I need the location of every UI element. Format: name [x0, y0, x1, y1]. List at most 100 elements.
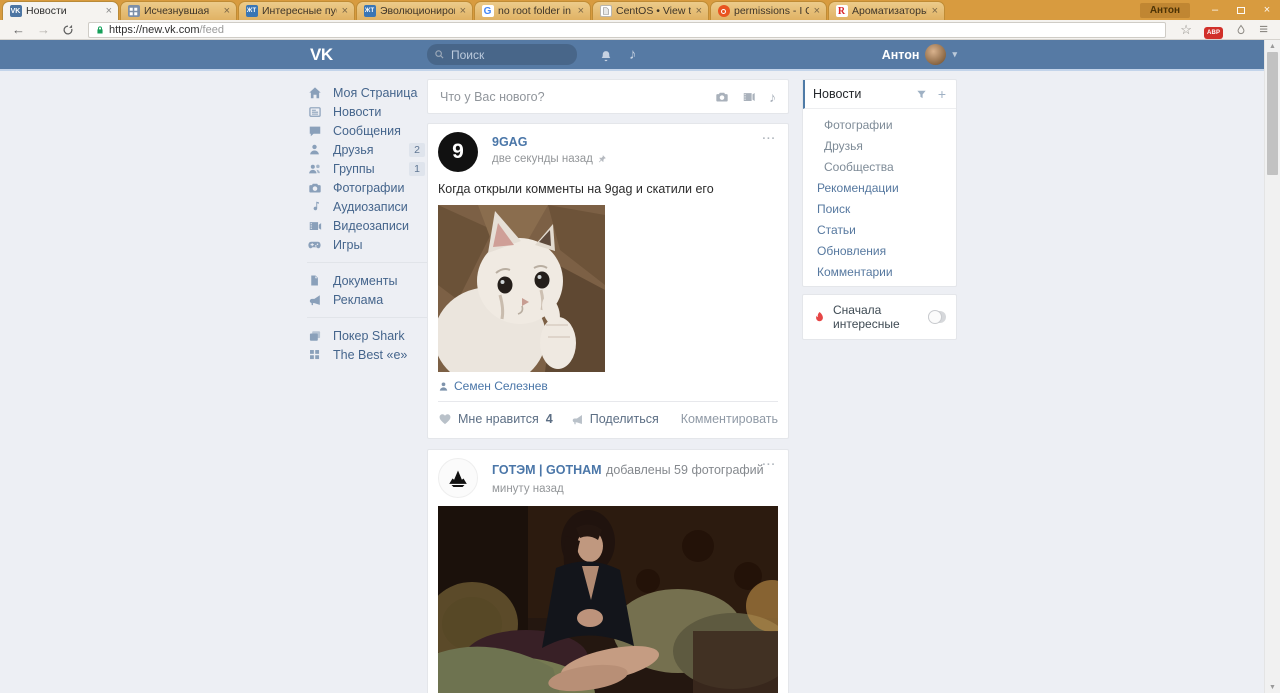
post-author-link[interactable]: 9GAG: [492, 135, 607, 149]
sidebar-item-documents[interactable]: Документы: [307, 271, 427, 290]
like-button[interactable]: Мне нравится 4: [438, 412, 553, 426]
gotham-logo-avatar[interactable]: [438, 458, 478, 498]
sidebar-item-label: Реклама: [333, 292, 384, 307]
header-user-menu[interactable]: Антон ▾: [882, 44, 957, 65]
header-user-name: Антон: [881, 47, 920, 62]
browser-tab[interactable]: permissions - I Can't acce ×: [710, 1, 827, 20]
users-icon: [307, 162, 322, 176]
tab-close-icon[interactable]: ×: [931, 5, 939, 17]
scroll-down-icon[interactable]: ▼: [1265, 681, 1280, 693]
tab-close-icon[interactable]: ×: [459, 5, 467, 17]
share-label: Поделиться: [589, 412, 659, 426]
browser-tab[interactable]: ЖТ Эволюционировали-зво ×: [356, 1, 473, 20]
bookmark-star-icon[interactable]: ☆: [1174, 23, 1198, 36]
vk-logo[interactable]: VK: [307, 45, 333, 65]
filter-funnel-icon[interactable]: [916, 89, 927, 100]
status-composer[interactable]: Что у Вас нового? ♪: [427, 79, 789, 114]
tab-title: Новости: [26, 5, 67, 17]
chrome-profile-chip[interactable]: Антон: [1139, 2, 1190, 18]
post-author-link[interactable]: ГОТЭМ | GOTHAM: [492, 463, 602, 477]
tab-close-icon[interactable]: ×: [341, 5, 349, 17]
browser-tab[interactable]: CentOS • View topic - [SO ×: [592, 1, 709, 20]
news-filter-item-updates[interactable]: Обновления: [803, 240, 956, 261]
tab-close-icon[interactable]: ×: [813, 5, 821, 17]
sidebar-item-audio[interactable]: Аудиозаписи: [307, 197, 427, 216]
right-sidebar: Новости + Фотографии Друзья Сообщества Реко…: [802, 79, 957, 340]
post-photo-crying-cat[interactable]: [438, 205, 605, 372]
tab-close-icon[interactable]: ×: [105, 5, 113, 17]
sidebar-item-label: Группы: [333, 161, 375, 176]
search-input[interactable]: [427, 44, 577, 65]
attach-music-icon[interactable]: ♪: [769, 89, 776, 105]
news-filter-item-comments[interactable]: Комментарии: [803, 261, 956, 282]
person-icon: [438, 381, 449, 392]
sidebar-item-poker-shark[interactable]: Покер Shark: [307, 326, 427, 345]
sidebar-item-the-best[interactable]: The Best «е»: [307, 345, 427, 364]
vk-page: VK ♪ Антон ▾ Моя Страница Новости Сообщени…: [0, 40, 1264, 693]
post-photo-large[interactable]: [438, 506, 778, 693]
maximize-button[interactable]: [1228, 2, 1254, 18]
close-button[interactable]: ×: [1254, 2, 1280, 18]
post-timestamp[interactable]: две секунды назад: [492, 153, 593, 165]
minimize-button[interactable]: –: [1202, 2, 1228, 18]
browser-tab[interactable]: VK Новости ×: [2, 1, 119, 20]
news-filter-item-articles[interactable]: Статьи: [803, 219, 956, 240]
post-timestamp[interactable]: минуту назад: [492, 483, 564, 495]
tab-title: Исчезнувшая: [144, 5, 210, 17]
interesting-first-toggle[interactable]: [927, 310, 946, 324]
adblock-extension-icon[interactable]: ABP: [1198, 23, 1229, 39]
share-button[interactable]: Поделиться: [571, 412, 659, 426]
attach-photo-icon[interactable]: [715, 90, 729, 104]
browser-tab[interactable]: Gno root folder in home ce ×: [474, 1, 591, 20]
sidebar-item-news[interactable]: Новости: [307, 102, 427, 121]
notifications-bell-icon[interactable]: [599, 48, 613, 62]
tab-close-icon[interactable]: ×: [695, 5, 703, 17]
news-filter-item-friends[interactable]: Друзья: [803, 135, 956, 156]
sidebar-item-groups[interactable]: Группы 1: [307, 159, 427, 178]
tagged-person-link[interactable]: Семен Селезнев: [454, 379, 548, 393]
post-options-button[interactable]: ...: [762, 456, 776, 468]
sidebar-item-my-page[interactable]: Моя Страница: [307, 83, 427, 102]
sidebar-item-label: The Best «е»: [333, 347, 408, 362]
droplet-extension-icon[interactable]: [1229, 24, 1253, 36]
sidebar-item-video[interactable]: Видеозаписи: [307, 216, 427, 235]
post-text: Когда открыли комменты на 9gag и скатили…: [438, 182, 714, 196]
tagged-person-row[interactable]: Семен Селезнев: [428, 372, 788, 401]
browser-tab[interactable]: R Ароматизаторы The Perf ×: [828, 1, 945, 20]
browser-tab[interactable]: Исчезнувшая ×: [120, 1, 237, 20]
news-filter-item-recommendations[interactable]: Рекомендации: [803, 177, 956, 198]
add-filter-icon[interactable]: +: [938, 86, 946, 102]
news-filter-item-search[interactable]: Поиск: [803, 198, 956, 219]
tab-title: permissions - I Can't acce: [734, 5, 809, 17]
back-button[interactable]: ←: [6, 23, 31, 36]
sidebar-item-ads[interactable]: Реклама: [307, 290, 427, 309]
ubuntu-favicon: [717, 5, 730, 18]
chrome-menu-icon[interactable]: ≡: [1253, 22, 1274, 37]
scroll-up-icon[interactable]: ▲: [1265, 40, 1280, 52]
sidebar-item-friends[interactable]: Друзья 2: [307, 140, 427, 159]
tab-close-icon[interactable]: ×: [577, 5, 585, 17]
comment-button[interactable]: Комментировать: [681, 412, 778, 426]
scrollbar-thumb[interactable]: [1267, 52, 1278, 175]
feed-column: Что у Вас нового? ♪ 9 9GAG две секунды н…: [427, 79, 789, 693]
post-action-text: добавлены 59 фотографий: [606, 463, 764, 477]
sidebar-item-photos[interactable]: Фотографии: [307, 178, 427, 197]
music-icon[interactable]: ♪: [629, 46, 637, 63]
post-options-button[interactable]: ...: [762, 130, 776, 142]
9gag-logo-avatar[interactable]: 9: [438, 132, 478, 172]
tab-close-icon[interactable]: ×: [223, 5, 231, 17]
news-filter-item-photos[interactable]: Фотографии: [803, 114, 956, 135]
sidebar-item-messages[interactable]: Сообщения: [307, 121, 427, 140]
refresh-button[interactable]: [56, 24, 80, 36]
left-sidebar: Моя Страница Новости Сообщения Друзья 2 Групп…: [307, 79, 427, 364]
page-scrollbar[interactable]: ▲ ▼: [1264, 40, 1280, 693]
browser-tab[interactable]: ЖТ Интересные публикаци ×: [238, 1, 355, 20]
news-filter-active[interactable]: Новости +: [803, 80, 956, 109]
sidebar-item-label: Фотографии: [333, 180, 405, 195]
attach-video-icon[interactable]: [742, 90, 756, 104]
news-filter-item-communities[interactable]: Сообщества: [803, 156, 956, 177]
url-bar[interactable]: https://new.vk.com/feed: [88, 21, 1167, 38]
user-icon: [307, 143, 322, 156]
sidebar-item-label: Аудиозаписи: [333, 199, 408, 214]
sidebar-item-games[interactable]: Игры: [307, 235, 427, 254]
